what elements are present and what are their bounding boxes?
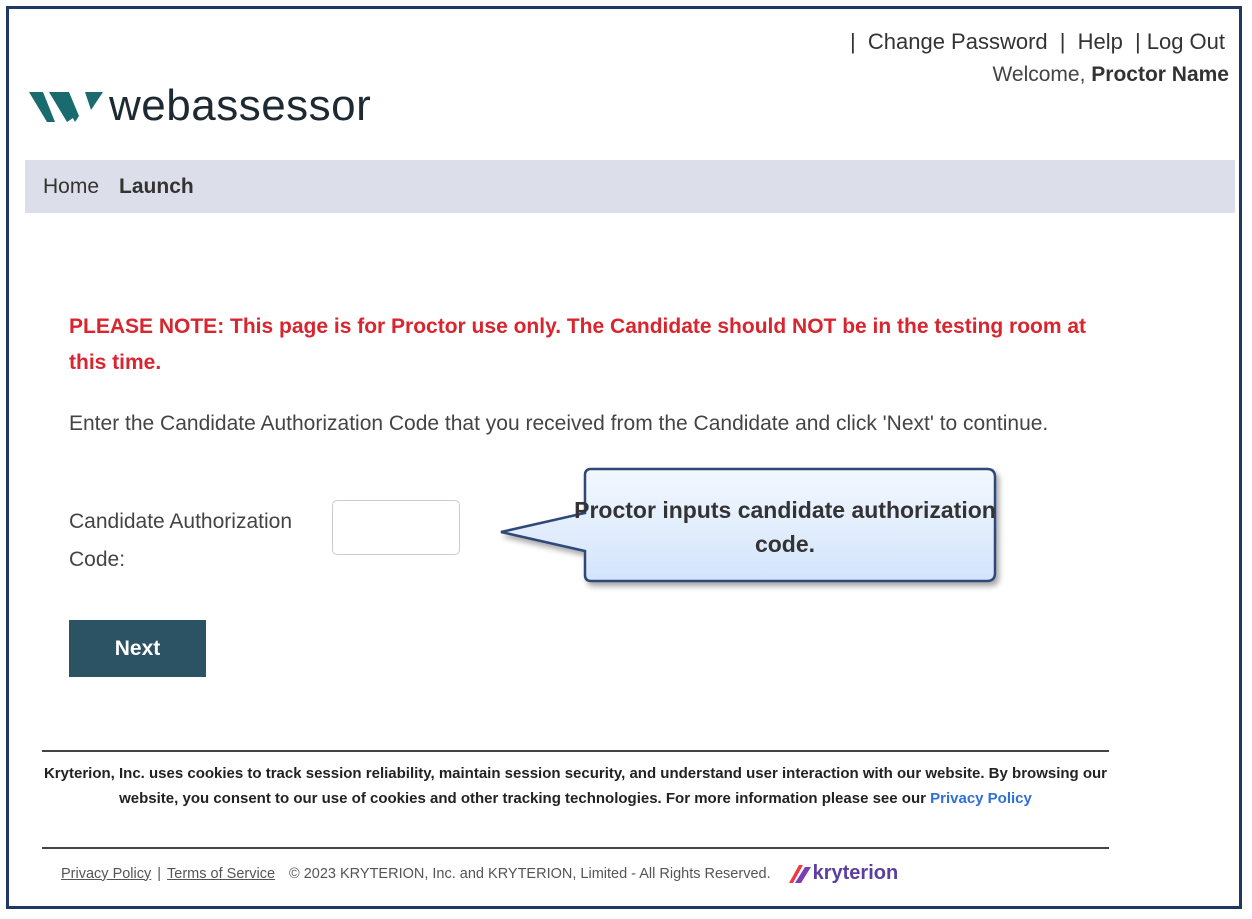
callout-text: Proctor inputs candidate authorization c… — [574, 497, 996, 557]
webassessor-logo-icon — [29, 92, 103, 122]
nav-home[interactable]: Home — [43, 175, 99, 199]
next-button[interactable]: Next — [69, 620, 206, 677]
kryterion-brand-text: kryterion — [812, 862, 899, 884]
instructions-text: Enter the Candidate Authorization Code t… — [69, 412, 1049, 435]
privacy-policy-link[interactable]: Privacy Policy — [61, 866, 151, 882]
nav-bar: Home Launch — [25, 160, 1235, 213]
help-link[interactable]: Help — [1078, 29, 1123, 54]
proctor-note: PLEASE NOTE: This page is for Proctor us… — [69, 315, 1087, 374]
legal-bar: Privacy Policy | Terms of Service © 2023… — [61, 862, 899, 885]
code-label: Candidate Authorization Code: — [69, 510, 292, 571]
webassessor-logo: webassessor — [29, 81, 371, 131]
page-frame: | Change Password | Help | Log Out Welcom… — [6, 6, 1242, 909]
user-name: Proctor Name — [1091, 63, 1229, 86]
footer-divider-bottom — [42, 847, 1109, 849]
log-out-link[interactable]: Log Out — [1147, 29, 1225, 54]
footer-divider-top — [42, 750, 1109, 752]
logo-text: webassessor — [109, 81, 372, 130]
cookie-notice: Kryterion, Inc. uses cookies to track se… — [43, 765, 1108, 807]
nav-launch[interactable]: Launch — [119, 175, 194, 199]
kryterion-logo: kryterion — [788, 862, 899, 885]
welcome-message: Welcome, Proctor Name — [992, 63, 1229, 86]
terms-of-service-link[interactable]: Terms of Service — [167, 866, 275, 882]
copyright-text: © 2023 KRYTERION, Inc. and KRYTERION, Li… — [289, 865, 771, 882]
top-links: | Change Password | Help | Log Out — [850, 29, 1225, 54]
authorization-code-input[interactable] — [332, 500, 460, 555]
change-password-link[interactable]: Change Password — [868, 29, 1048, 54]
cookie-privacy-link[interactable]: Privacy Policy — [930, 790, 1032, 807]
kryterion-logo-icon — [788, 864, 811, 883]
